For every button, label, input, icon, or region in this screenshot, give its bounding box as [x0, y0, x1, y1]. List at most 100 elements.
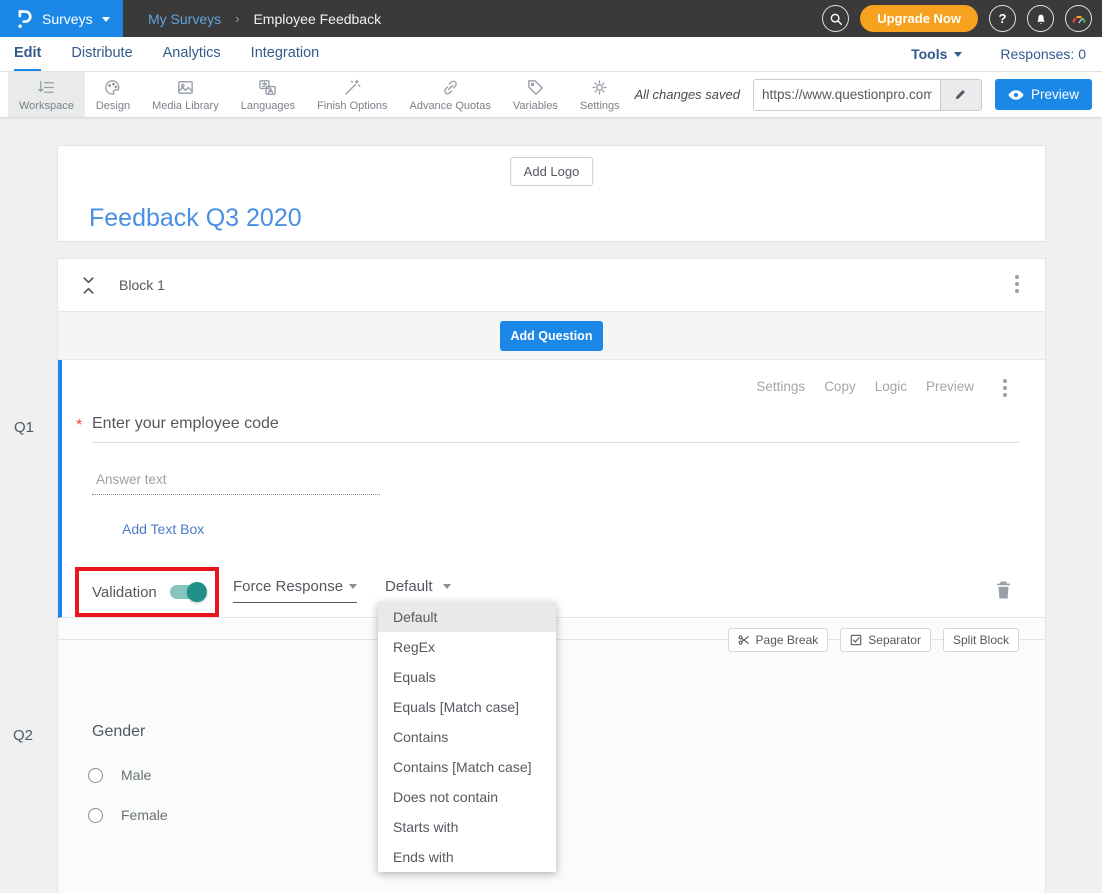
survey-url-box — [753, 79, 982, 111]
top-navigation-bar: Surveys My Surveys › Employee Feedback U… — [0, 0, 1102, 37]
topbar-actions: Upgrade Now ? — [822, 0, 1092, 37]
question-preview-link[interactable]: Preview — [926, 379, 974, 394]
breadcrumb-my-surveys[interactable]: My Surveys — [148, 11, 221, 27]
toolbar-item-workspace[interactable]: Workspace — [8, 72, 85, 117]
validation-toggle[interactable] — [170, 585, 205, 599]
toolbar-item-settings[interactable]: Settings — [569, 72, 631, 117]
editor-toolbar: Workspace Design Media Library Languages… — [0, 72, 1102, 118]
dropdown-option-equals[interactable]: Equals — [378, 662, 556, 692]
autosave-status: All changes saved — [634, 87, 740, 102]
question-number-q2: Q2 — [13, 727, 33, 744]
toolbar-item-advance-quotas[interactable]: Advance Quotas — [398, 72, 501, 117]
preview-label: Preview — [1031, 87, 1079, 102]
help-button[interactable]: ? — [989, 5, 1016, 32]
preview-button[interactable]: Preview — [995, 79, 1092, 110]
add-logo-button[interactable]: Add Logo — [510, 157, 594, 186]
eye-icon — [1008, 90, 1024, 100]
upgrade-now-button[interactable]: Upgrade Now — [860, 5, 978, 32]
question-mark-icon: ? — [999, 11, 1007, 26]
radio-option-male[interactable]: Male — [88, 767, 151, 783]
dropdown-option-contains[interactable]: Contains — [378, 722, 556, 752]
toolbar-item-label: Advance Quotas — [409, 100, 490, 112]
separator-label: Separator — [868, 633, 921, 647]
workspace-icon — [37, 78, 56, 97]
toolbar-item-finish-options[interactable]: Finish Options — [306, 72, 398, 117]
add-question-row: Add Question — [58, 312, 1045, 360]
toolbar-item-label: Workspace — [19, 100, 74, 112]
question-2-text[interactable]: Gender — [92, 723, 145, 741]
dropdown-option-equals-match-case[interactable]: Equals [Match case] — [378, 692, 556, 722]
wand-icon — [343, 78, 362, 97]
survey-title[interactable]: Feedback Q3 2020 — [89, 204, 302, 233]
tab-edit[interactable]: Edit — [14, 37, 41, 71]
tools-menu-button[interactable]: Tools — [911, 46, 962, 62]
tab-distribute[interactable]: Distribute — [71, 37, 132, 71]
toolbar-item-label: Finish Options — [317, 100, 387, 112]
edit-url-button[interactable] — [940, 80, 981, 110]
survey-url-input[interactable] — [754, 80, 940, 110]
toolbar-right-cluster: All changes saved Preview — [634, 72, 1102, 117]
add-text-box-link[interactable]: Add Text Box — [122, 521, 204, 537]
page-break-label: Page Break — [756, 633, 819, 647]
toolbar-item-languages[interactable]: Languages — [230, 72, 306, 117]
dropdown-option-default[interactable]: Default — [378, 602, 556, 632]
radio-option-label: Female — [121, 807, 168, 823]
product-switcher[interactable]: Surveys — [0, 0, 123, 37]
question-settings-link[interactable]: Settings — [756, 379, 805, 394]
tabbar-right-links: Tools Responses: 0 — [911, 37, 1102, 71]
answer-text-input[interactable] — [92, 470, 380, 495]
delete-question-button[interactable] — [996, 581, 1011, 599]
force-response-select[interactable]: Force Response — [233, 578, 357, 603]
responses-count-link[interactable]: Responses: 0 — [1000, 46, 1086, 62]
question-text-underline — [92, 442, 1019, 443]
add-question-button[interactable]: Add Question — [500, 321, 604, 351]
question-kebab-menu-icon[interactable] — [1003, 379, 1007, 383]
radio-button-icon[interactable] — [88, 808, 103, 823]
toolbar-item-design[interactable]: Design — [85, 72, 141, 117]
collapse-block-icon[interactable] — [82, 276, 95, 295]
validation-type-value: Default — [385, 578, 433, 595]
tab-analytics[interactable]: Analytics — [163, 37, 221, 71]
tab-integration[interactable]: Integration — [251, 37, 320, 71]
toolbar-item-label: Media Library — [152, 100, 219, 112]
question-copy-link[interactable]: Copy — [824, 379, 856, 394]
gear-icon — [590, 78, 609, 97]
dropdown-option-does-not-contain[interactable]: Does not contain — [378, 782, 556, 812]
toolbar-item-variables[interactable]: Variables — [502, 72, 569, 117]
palette-icon — [103, 78, 122, 97]
block-title[interactable]: Block 1 — [119, 277, 165, 293]
question-logic-link[interactable]: Logic — [875, 379, 907, 394]
radio-option-female[interactable]: Female — [88, 807, 168, 823]
dropdown-option-contains-match-case[interactable]: Contains [Match case] — [378, 752, 556, 782]
dropdown-option-starts-with[interactable]: Starts with — [378, 812, 556, 842]
survey-header-card: Add Logo Feedback Q3 2020 — [57, 145, 1046, 242]
gauge-avatar-icon — [1070, 11, 1088, 27]
search-icon — [829, 12, 843, 26]
notifications-button[interactable] — [1027, 5, 1054, 32]
block-header: Block 1 — [58, 259, 1045, 312]
dropdown-option-regex[interactable]: RegEx — [378, 632, 556, 662]
page-break-button[interactable]: Page Break — [728, 628, 829, 652]
chevron-down-icon — [349, 584, 357, 589]
product-name: Surveys — [42, 11, 93, 27]
validation-highlight-box: Validation — [75, 567, 219, 617]
chevron-down-icon — [954, 52, 962, 57]
validation-type-select[interactable]: Default — [385, 578, 451, 603]
separator-button[interactable]: Separator — [840, 628, 931, 652]
split-block-label: Split Block — [953, 633, 1009, 647]
search-button[interactable] — [822, 5, 849, 32]
question-1-text[interactable]: Enter your employee code — [92, 415, 279, 433]
question-number-q1: Q1 — [14, 419, 34, 436]
chevron-down-icon — [102, 17, 110, 22]
force-response-label: Force Response — [233, 578, 343, 595]
dropdown-option-ends-with[interactable]: Ends with — [378, 842, 556, 872]
radio-button-icon[interactable] — [88, 768, 103, 783]
account-avatar[interactable] — [1065, 5, 1092, 32]
toolbar-item-media-library[interactable]: Media Library — [141, 72, 230, 117]
app-window: Surveys My Surveys › Employee Feedback U… — [0, 0, 1102, 893]
split-block-button[interactable]: Split Block — [943, 628, 1019, 652]
toolbar-item-label: Variables — [513, 100, 558, 112]
block-kebab-menu-icon[interactable] — [1015, 275, 1019, 279]
breadcrumb: My Surveys › Employee Feedback — [148, 11, 381, 27]
scissors-icon — [738, 634, 750, 646]
